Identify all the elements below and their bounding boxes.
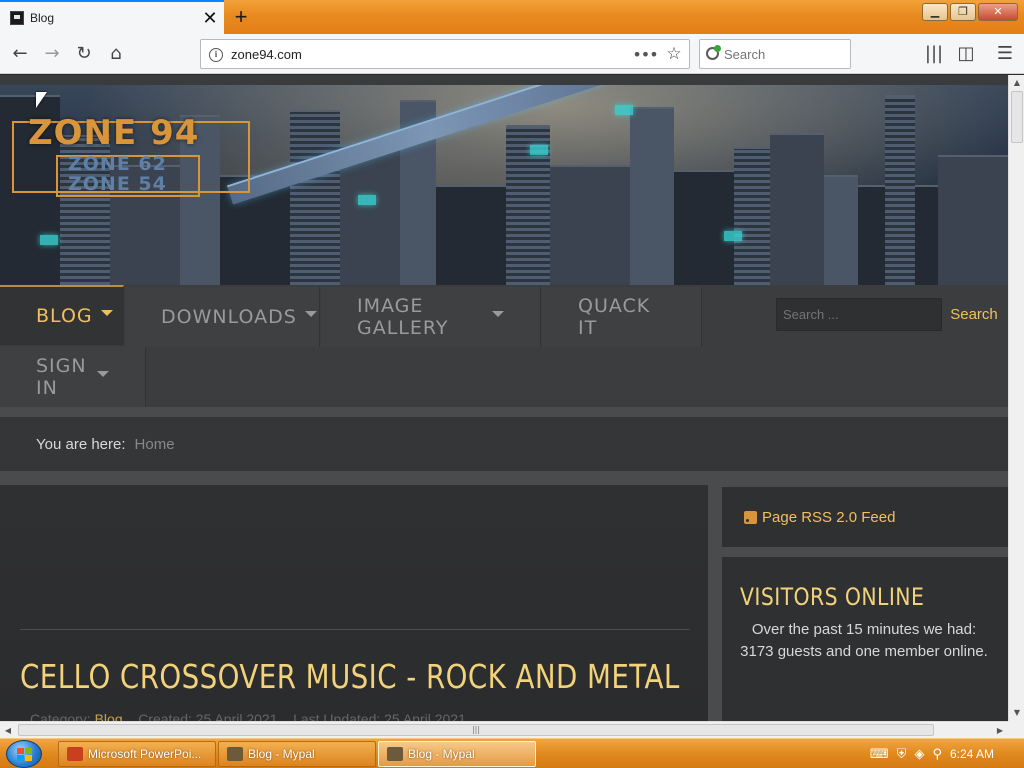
visitors-title: VISITORS ONLINE [740,583,925,611]
taskbar-item-powerpoint[interactable]: Microsoft PowerPoi... [58,741,216,767]
breadcrumb-label: You are here: [36,435,126,453]
restore-button[interactable]: ❐ [950,3,976,21]
taskbar: Microsoft PowerPoi... Blog - Mypal Blog … [0,738,1024,768]
bookmark-star-icon[interactable]: ☆ [659,44,689,64]
browser-title-bar: Blog ✕ + ▁ ❐ ✕ [0,0,1024,34]
taskbar-item-blog-mypal[interactable]: Blog - Mypal [218,741,376,767]
divider [20,629,690,630]
main-content: CELLO CROSSOVER MUSIC - ROCK AND METAL C… [0,485,708,721]
browser-tab[interactable]: Blog ✕ [0,0,224,34]
rss-feed-box: Page RSS 2.0 Feed [722,487,1008,547]
security-shield-icon[interactable]: ⛨ [897,747,907,762]
scroll-left-icon[interactable]: ◀ [0,722,16,739]
rss-icon [744,510,757,524]
browser-search-input[interactable] [724,46,834,62]
main-nav: BLOG DOWNLOADS IMAGE GALLERY QUACK IT SI… [0,285,1008,407]
mypal-icon [387,747,403,761]
scroll-right-icon[interactable]: ▶ [992,722,1008,739]
page-top-strip [0,75,1008,85]
divider [0,407,1008,417]
breadcrumb: You are here: Home [0,417,1008,471]
site-search-input[interactable] [776,298,942,331]
system-tray: ⌨ ⛨ ◈ ⚲ 6:24 AM [870,739,1024,768]
reload-icon[interactable]: ↻ [72,42,96,66]
nav-item-quack-it[interactable]: QUACK IT [542,287,702,347]
nav-item-sign-in[interactable]: SIGN IN [0,347,146,407]
site-search-button[interactable]: Search [942,298,1006,331]
dropdown-caret-icon [492,311,504,317]
minimize-button[interactable]: ▁ [922,3,948,21]
nav-item-label: IMAGE GALLERY [357,295,449,339]
keyboard-icon[interactable]: ⌨ [870,747,889,762]
forward-icon[interactable]: → [40,42,64,66]
window-controls: ▁ ❐ ✕ [922,3,1018,21]
article-meta: Category: Blog Created: 25 April 2021 La… [30,711,466,721]
category-label: Category: [30,711,91,721]
network-icon[interactable]: ◈ [914,747,924,762]
rss-feed-link[interactable]: Page RSS 2.0 Feed [762,509,895,526]
page-viewport: ZONE 94 ZONE 62 ZONE 54 BLOG DOWNLOADS I… [0,75,1008,721]
nav-item-label: QUACK IT [578,295,651,339]
mouse-cursor-icon [36,92,47,108]
address-bar[interactable]: i zone94.com ••• ☆ [200,39,690,69]
close-window-button[interactable]: ✕ [978,3,1018,21]
dropdown-caret-icon [100,310,113,316]
nav-item-label: BLOG [36,305,93,327]
taskbar-item-label: Blog - Mypal [408,747,475,761]
logo-subtitle-2: ZONE 54 [68,173,167,195]
category-link[interactable]: Blog [95,711,123,721]
url-text[interactable]: zone94.com [231,47,631,62]
search-engine-icon[interactable] [700,44,724,64]
taskbar-item-label: Blog - Mypal [248,747,315,761]
created-date: Created: 25 April 2021 [138,711,278,721]
tab-close-icon[interactable]: ✕ [196,8,224,29]
nav-item-blog[interactable]: BLOG [0,285,124,345]
start-button[interactable] [6,740,42,768]
menu-icon[interactable]: ☰ [993,42,1017,66]
article-title[interactable]: CELLO CROSSOVER MUSIC - ROCK AND METAL [20,657,680,696]
clock[interactable]: 6:24 AM [950,747,994,761]
taskbar-item-label: Microsoft PowerPoi... [88,747,202,761]
divider [0,471,1008,485]
browser-search-bar[interactable] [699,39,851,69]
dropdown-caret-icon [97,371,109,377]
nav-item-label: DOWNLOADS [161,306,297,328]
nav-item-image-gallery[interactable]: IMAGE GALLERY [321,287,541,347]
scroll-down-icon[interactable]: ▼ [1009,705,1024,721]
dropdown-caret-icon [304,311,317,317]
site-favicon-icon [10,11,24,25]
horizontal-scrollbar[interactable]: ◀ ||| ▶ [0,721,1008,738]
visitors-online-box: VISITORS ONLINE Over the past 15 minutes… [722,557,1008,721]
site-info-icon[interactable]: i [201,46,231,62]
page-actions-icon[interactable]: ••• [631,45,659,64]
site-search: Search [776,298,1006,331]
sidebar-icon[interactable]: ◫ [954,42,978,66]
visitors-text: Over the past 15 minutes we had: 3173 gu… [740,621,988,660]
updated-date: Last Updated: 25 April 2021 [293,711,466,721]
home-icon[interactable]: ⌂ [104,42,128,66]
taskbar-item-blog-mypal-active[interactable]: Blog - Mypal [378,741,536,767]
vertical-scrollbar[interactable]: ▲ ▼ [1008,75,1024,721]
nav-item-downloads[interactable]: DOWNLOADS [125,287,320,347]
scroll-thumb[interactable] [1011,91,1023,143]
tab-title: Blog [30,11,55,25]
scroll-up-icon[interactable]: ▲ [1009,75,1024,91]
breadcrumb-home[interactable]: Home [135,436,175,453]
logo-subtitle-1: ZONE 62 [68,153,167,175]
site-banner[interactable]: ZONE 94 ZONE 62 ZONE 54 [0,85,1008,285]
navigation-toolbar: ← → ↻ ⌂ i zone94.com ••• ☆ ||| ◫ ☰ [0,34,1024,74]
library-icon[interactable]: ||| [922,42,946,66]
site-logo[interactable]: ZONE 94 ZONE 62 ZONE 54 [12,113,250,197]
new-tab-button[interactable]: + [228,4,254,30]
mypal-icon [227,747,243,761]
powerpoint-icon [67,747,83,761]
scroll-thumb[interactable]: ||| [18,724,934,736]
back-icon[interactable]: ← [8,42,32,66]
logo-main-text: ZONE 94 [28,113,200,153]
search-tray-icon[interactable]: ⚲ [932,747,942,762]
nav-item-label: SIGN IN [36,355,87,399]
